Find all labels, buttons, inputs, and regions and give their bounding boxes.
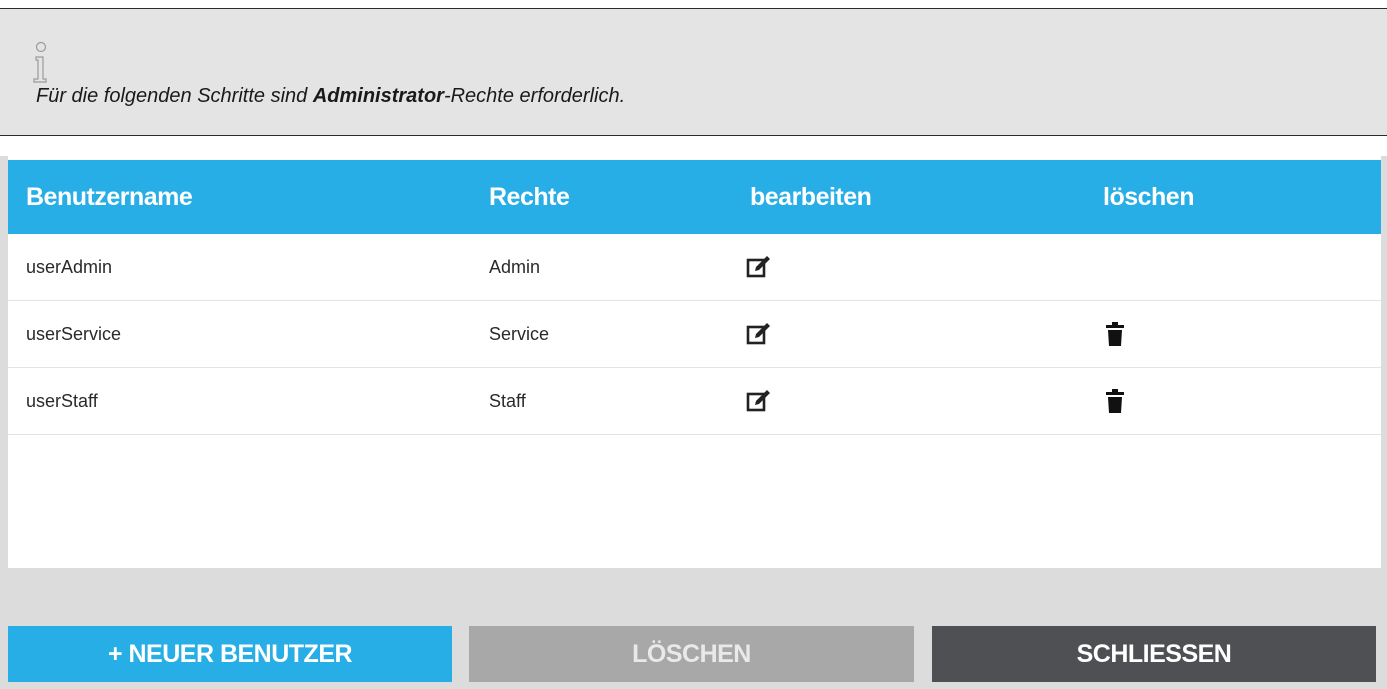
trash-icon[interactable] <box>1102 321 1128 347</box>
delete-button[interactable]: LÖSCHEN <box>469 626 914 682</box>
table-row: userService Service <box>8 301 1381 368</box>
rights-cell: Service <box>489 324 550 344</box>
edit-icon[interactable] <box>746 388 772 414</box>
rights-cell: Staff <box>489 391 526 411</box>
header-delete: löschen <box>1103 183 1194 211</box>
trash-icon[interactable] <box>1102 388 1128 414</box>
table-header: Benutzername Rechte bearbeiten löschen <box>8 160 1381 234</box>
username-cell: userStaff <box>26 391 98 411</box>
table-row: userAdmin Admin <box>8 234 1381 301</box>
header-username: Benutzername <box>26 183 193 211</box>
header-edit: bearbeiten <box>750 183 872 211</box>
note-text-bold: Administrator <box>312 85 444 107</box>
rights-cell: Admin <box>489 257 541 277</box>
info-icon <box>33 41 47 83</box>
header-rights: Rechte <box>489 183 570 211</box>
username-cell: userAdmin <box>26 257 113 277</box>
close-button[interactable]: SCHLIESSEN <box>932 626 1376 682</box>
note-text-after: -Rechte erforderlich. <box>443 85 626 107</box>
user-management-panel: Benutzername Rechte bearbeiten löschen u… <box>0 156 1387 689</box>
edit-icon[interactable] <box>746 321 772 347</box>
username-cell: userService <box>26 324 122 344</box>
table-row: userStaff Staff <box>8 368 1381 435</box>
note-text-before: Für die folgenden Schritte sind <box>36 85 313 107</box>
admin-rights-note: Für die folgenden Schritte sind Administ… <box>0 8 1387 136</box>
new-user-button[interactable]: + NEUER BENUTZER <box>8 626 452 682</box>
user-table: Benutzername Rechte bearbeiten löschen u… <box>8 156 1381 568</box>
note-text: Für die folgenden Schritte sind Administ… <box>36 85 625 108</box>
edit-icon[interactable] <box>746 254 772 280</box>
